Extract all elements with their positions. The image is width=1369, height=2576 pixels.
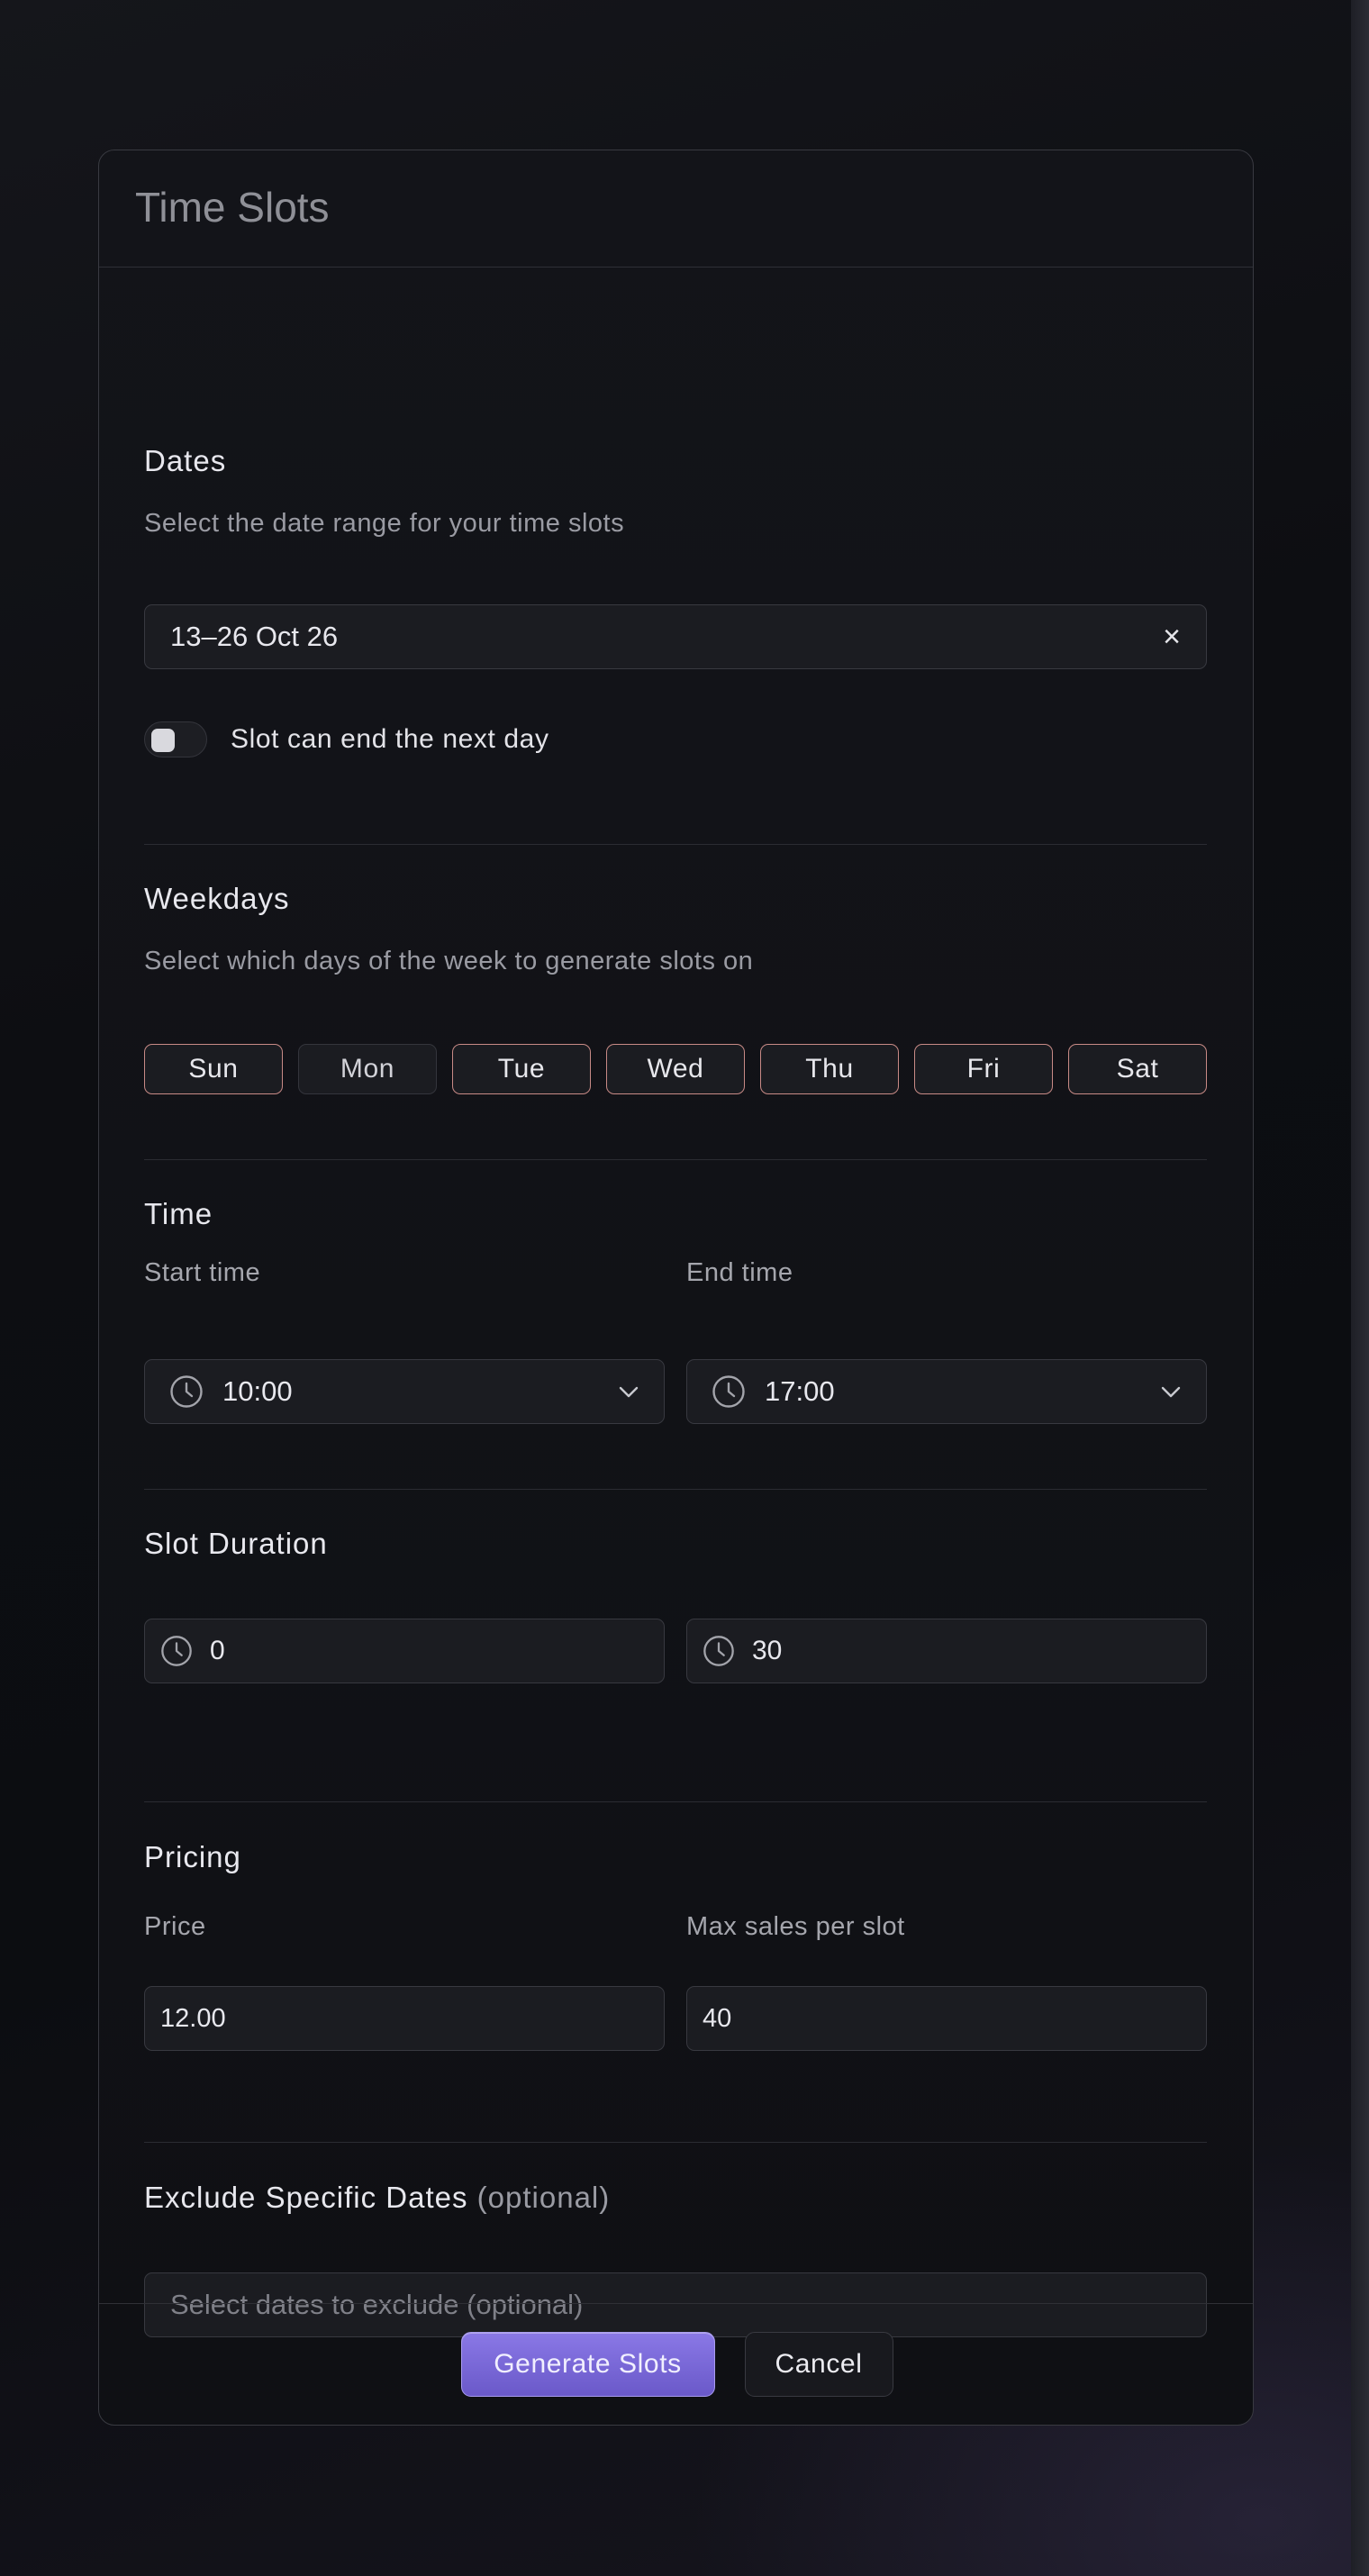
exclude-title-text: Exclude Specific Dates <box>144 2181 468 2214</box>
day-mon-button[interactable]: Mon <box>298 1044 437 1094</box>
weekdays-section-title: Weekdays <box>144 882 290 915</box>
section-divider <box>144 844 1207 845</box>
section-divider <box>144 1801 1207 1802</box>
end-time-value: 17:00 <box>765 1375 835 1407</box>
modal-title: Time Slots <box>135 184 330 231</box>
dates-section-title: Dates <box>144 444 227 477</box>
next-day-toggle-label: Slot can end the next day <box>231 724 549 754</box>
weekday-buttons: Sun Mon Tue Wed Thu Fri Sat <box>144 1044 1207 1094</box>
duration-hours-input[interactable]: 0 <box>144 1619 665 1683</box>
day-sat-button[interactable]: Sat <box>1068 1044 1207 1094</box>
start-time-select[interactable]: 10:00 <box>144 1359 665 1424</box>
next-day-toggle-row: Slot can end the next day <box>144 721 549 757</box>
next-day-toggle[interactable] <box>144 721 207 757</box>
day-thu-button[interactable]: Thu <box>760 1044 899 1094</box>
price-label: Price <box>144 1912 206 1941</box>
close-icon[interactable]: × <box>1163 620 1181 655</box>
dates-section-subtitle: Select the date range for your time slot… <box>144 509 625 538</box>
exclude-section-title: Exclude Specific Dates (optional) <box>144 2181 610 2215</box>
date-range-field[interactable]: 13–26 Oct 26 × <box>144 604 1207 669</box>
section-divider <box>144 1159 1207 1160</box>
clock-icon <box>170 1375 203 1408</box>
start-time-label: Start time <box>144 1258 261 1287</box>
date-range-value: 13–26 Oct 26 <box>170 621 339 652</box>
section-divider <box>144 2142 1207 2143</box>
window-edge-strip <box>1351 0 1369 2576</box>
max-sales-value: 40 <box>703 2003 732 2033</box>
day-tue-button[interactable]: Tue <box>452 1044 591 1094</box>
start-time-value: 10:00 <box>222 1375 293 1407</box>
modal-footer: Generate Slots Cancel <box>99 2303 1253 2425</box>
end-time-select[interactable]: 17:00 <box>686 1359 1207 1424</box>
time-slots-modal: Time Slots Dates Select the date range f… <box>98 150 1254 2426</box>
section-divider <box>144 1489 1207 1490</box>
time-section-title: Time <box>144 1197 213 1230</box>
duration-minutes-input[interactable]: 30 <box>686 1619 1207 1683</box>
exclude-optional-suffix: (optional) <box>476 2181 611 2214</box>
max-sales-input[interactable]: 40 <box>686 1986 1207 2051</box>
chevron-down-icon <box>1161 1386 1181 1398</box>
chevron-down-icon <box>619 1386 639 1398</box>
day-fri-button[interactable]: Fri <box>914 1044 1053 1094</box>
modal-header: Time Slots <box>99 150 1253 268</box>
generate-slots-button[interactable]: Generate Slots <box>460 2332 715 2397</box>
clock-icon <box>161 1636 192 1666</box>
weekdays-section-subtitle: Select which days of the week to generat… <box>144 947 754 975</box>
clock-icon <box>712 1375 745 1408</box>
slot-duration-section-title: Slot Duration <box>144 1527 328 1560</box>
duration-minutes-value: 30 <box>752 1636 783 1665</box>
price-input[interactable]: 12.00 <box>144 1986 665 2051</box>
price-value: 12.00 <box>160 2003 226 2033</box>
pricing-section-title: Pricing <box>144 1840 241 1873</box>
duration-hours-value: 0 <box>210 1636 225 1665</box>
day-sun-button[interactable]: Sun <box>144 1044 283 1094</box>
end-time-label: End time <box>686 1258 793 1287</box>
max-sales-label: Max sales per slot <box>686 1912 905 1941</box>
clock-icon <box>703 1636 734 1666</box>
toggle-knob <box>151 729 175 752</box>
cancel-button[interactable]: Cancel <box>744 2332 893 2397</box>
day-wed-button[interactable]: Wed <box>606 1044 745 1094</box>
